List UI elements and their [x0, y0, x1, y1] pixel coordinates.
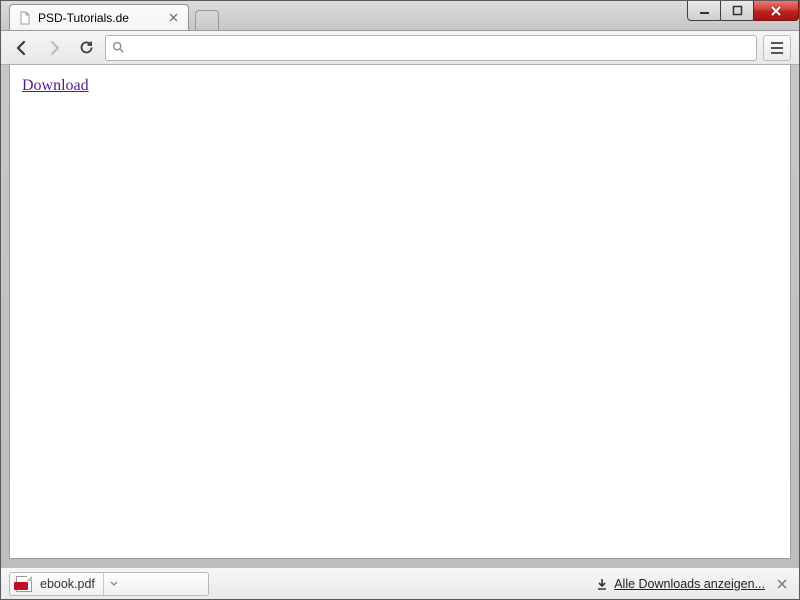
- download-arrow-icon: [596, 578, 608, 590]
- page-body: Download: [9, 65, 791, 559]
- tab-active[interactable]: PSD-Tutorials.de: [9, 4, 189, 30]
- download-link[interactable]: Download: [22, 77, 89, 94]
- new-tab-button[interactable]: [195, 10, 219, 30]
- maximize-button[interactable]: [720, 1, 754, 21]
- titlebar: PSD-Tutorials.de: [1, 1, 799, 31]
- show-all-downloads-link[interactable]: Alle Downloads anzeigen...: [614, 577, 765, 591]
- reload-button[interactable]: [73, 35, 99, 61]
- viewport: Download: [1, 65, 799, 567]
- download-item[interactable]: ebook.pdf: [9, 572, 209, 596]
- tab-strip: PSD-Tutorials.de: [9, 4, 219, 30]
- minimize-button[interactable]: [687, 1, 721, 21]
- download-shelf: ebook.pdf Alle Downloads anzeigen...: [1, 567, 799, 599]
- menu-button[interactable]: [763, 35, 791, 61]
- toolbar: [1, 31, 799, 65]
- forward-button[interactable]: [41, 35, 67, 61]
- address-bar[interactable]: [105, 35, 757, 61]
- window-controls: [688, 1, 799, 21]
- search-icon: [112, 41, 125, 54]
- download-filename: ebook.pdf: [40, 577, 95, 591]
- close-button[interactable]: [753, 1, 799, 21]
- download-shelf-close[interactable]: [773, 575, 791, 593]
- tab-close-button[interactable]: [169, 13, 178, 22]
- download-item-menu[interactable]: [103, 573, 118, 595]
- pdf-icon: [16, 576, 32, 592]
- url-input[interactable]: [131, 40, 750, 55]
- tab-title: PSD-Tutorials.de: [38, 11, 129, 25]
- show-all-downloads[interactable]: Alle Downloads anzeigen...: [596, 577, 765, 591]
- file-icon: [18, 11, 32, 25]
- browser-window: PSD-Tutorials.de: [0, 0, 800, 600]
- back-button[interactable]: [9, 35, 35, 61]
